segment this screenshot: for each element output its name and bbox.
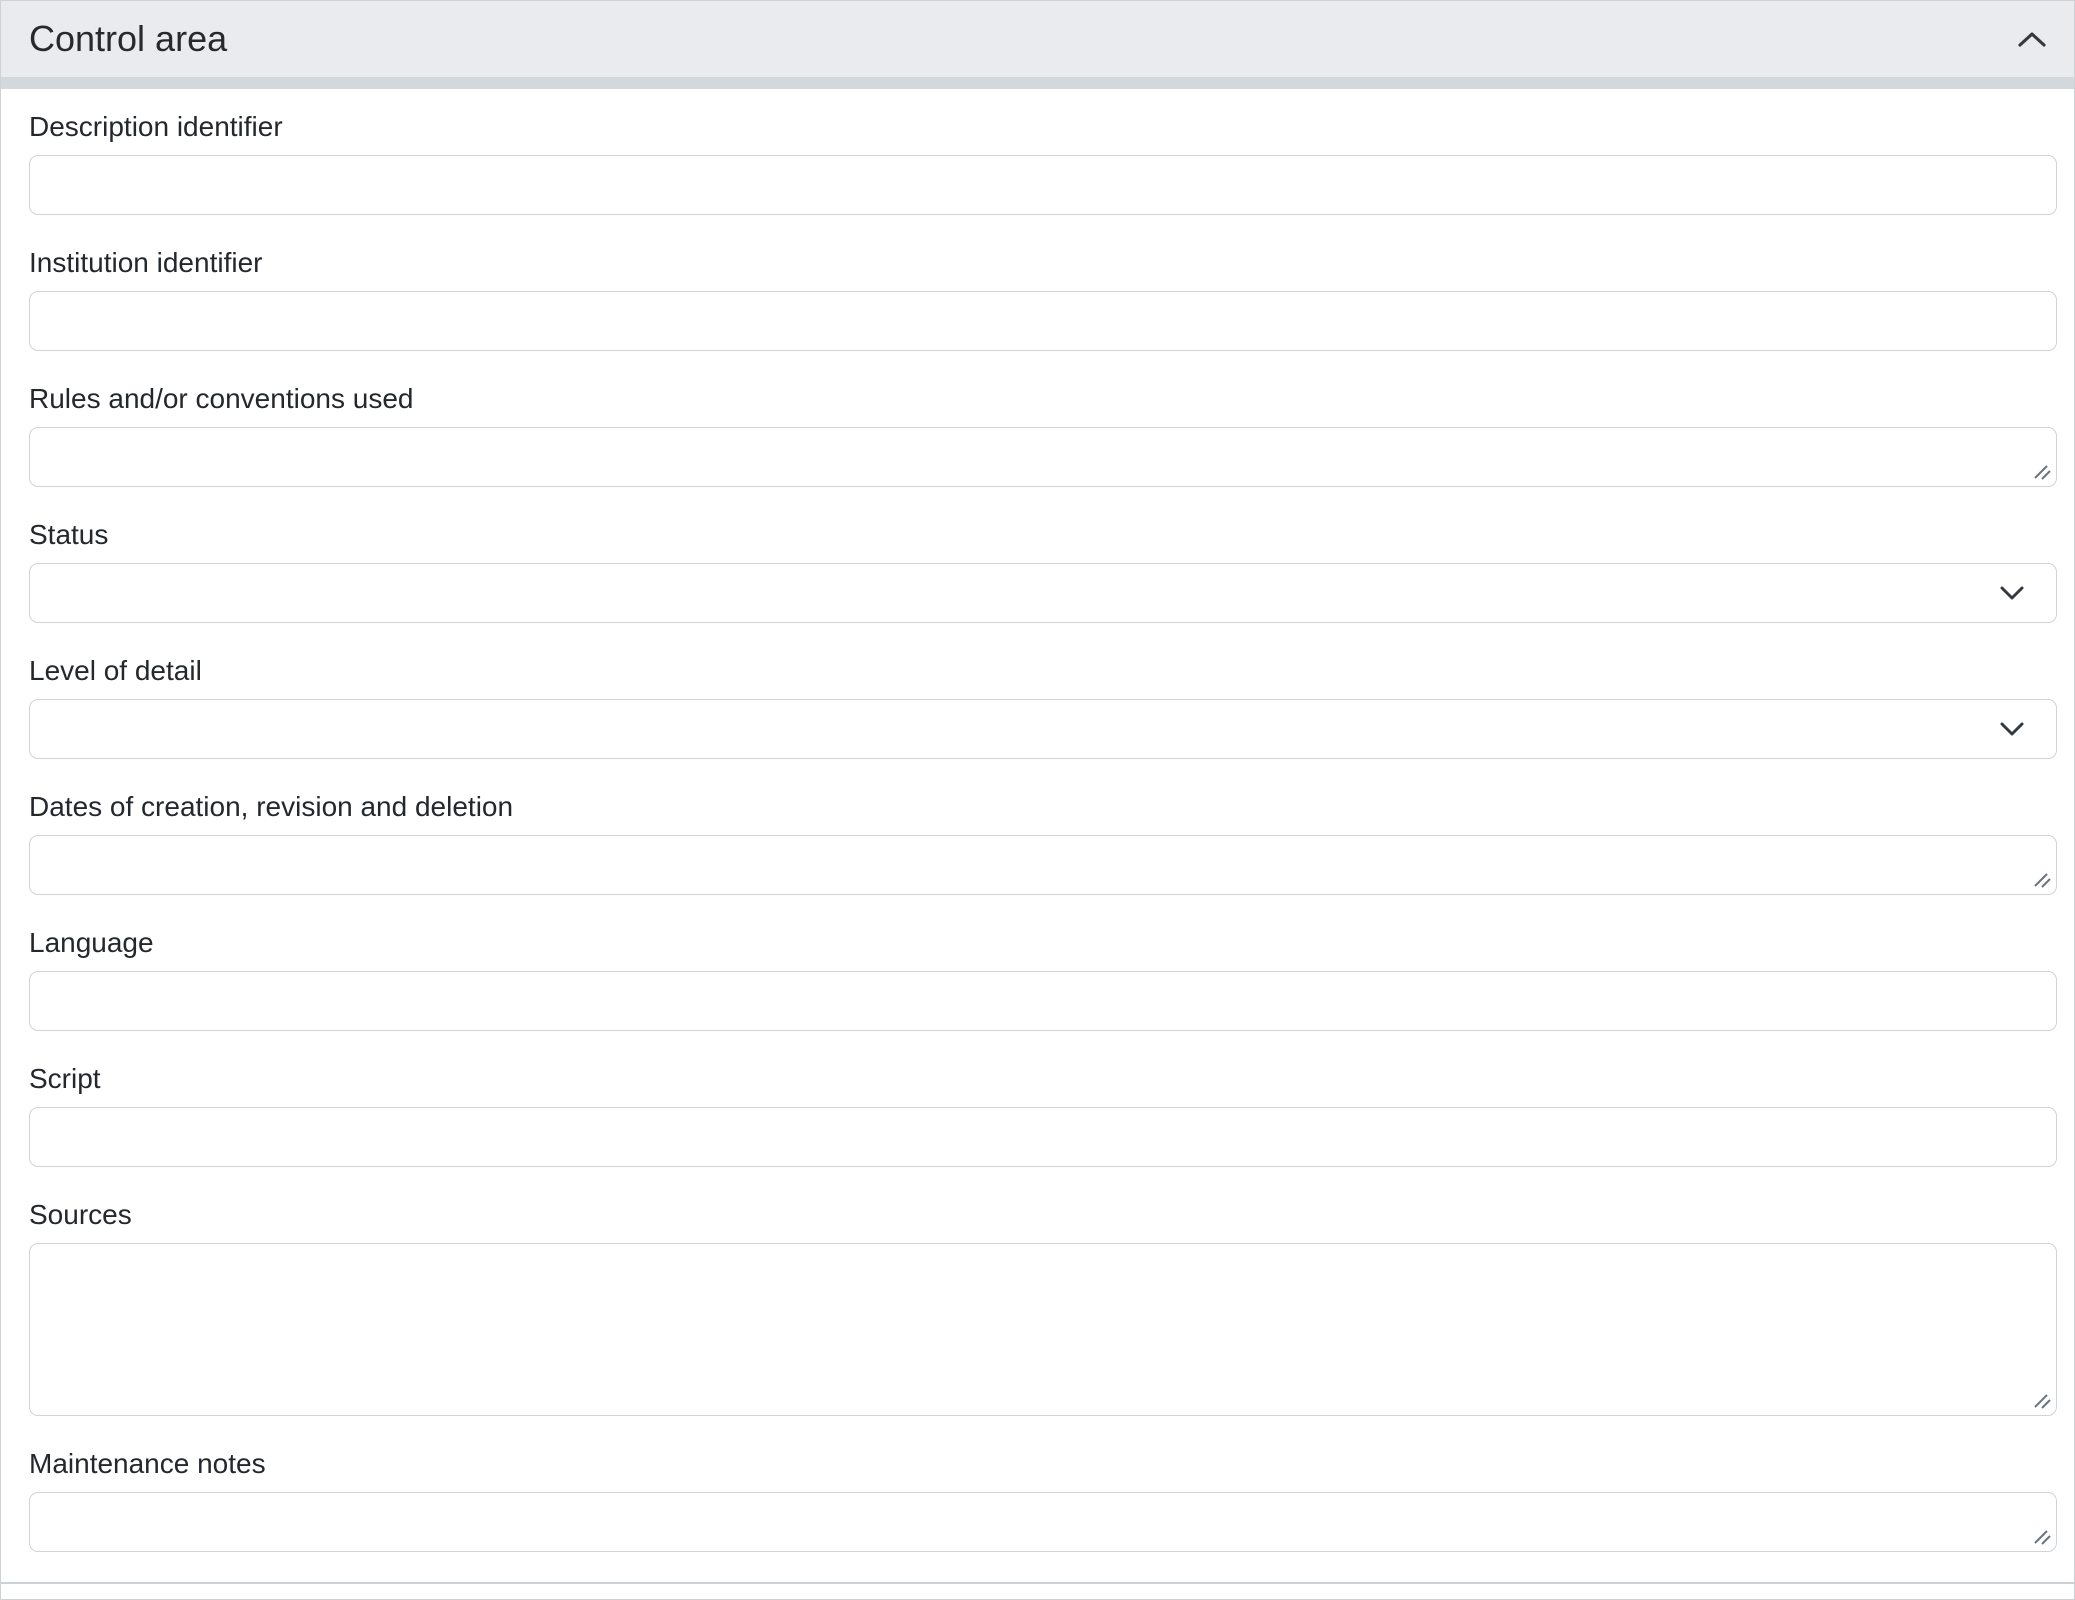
resize-grip-icon[interactable]: [2032, 869, 2052, 889]
description-identifier-input[interactable]: [29, 155, 2057, 215]
rules-conventions-label: Rules and/or conventions used: [29, 381, 2057, 417]
language-label: Language: [29, 925, 2057, 961]
resize-grip-icon[interactable]: [2032, 461, 2052, 481]
control-area-panel: Control area Description identifier Inst…: [0, 0, 2075, 1600]
field-level-of-detail: Level of detail: [29, 653, 2057, 759]
sources-label: Sources: [29, 1197, 2057, 1233]
field-description-identifier: Description identifier: [29, 109, 2057, 215]
level-of-detail-select[interactable]: [29, 699, 2057, 759]
field-institution-identifier: Institution identifier: [29, 245, 2057, 351]
institution-identifier-input[interactable]: [29, 291, 2057, 351]
maintenance-notes-label: Maintenance notes: [29, 1446, 2057, 1482]
script-label: Script: [29, 1061, 2057, 1097]
sources-textarea[interactable]: [29, 1243, 2057, 1416]
maintenance-notes-textarea[interactable]: [29, 1492, 2057, 1552]
field-script: Script: [29, 1061, 2057, 1167]
level-of-detail-label: Level of detail: [29, 653, 2057, 689]
dates-creation-revision-deletion-label: Dates of creation, revision and deletion: [29, 789, 2057, 825]
field-rules-conventions: Rules and/or conventions used: [29, 381, 2057, 487]
script-input[interactable]: [29, 1107, 2057, 1167]
language-input[interactable]: [29, 971, 2057, 1031]
resize-grip-icon[interactable]: [2032, 1390, 2052, 1410]
field-maintenance-notes: Maintenance notes: [29, 1446, 2057, 1552]
field-dates-creation-revision-deletion: Dates of creation, revision and deletion: [29, 789, 2057, 895]
institution-identifier-label: Institution identifier: [29, 245, 2057, 281]
resize-grip-icon[interactable]: [2032, 1526, 2052, 1546]
field-sources: Sources: [29, 1197, 2057, 1416]
control-area-form: Description identifier Institution ident…: [1, 89, 2074, 1584]
dates-creation-revision-deletion-textarea[interactable]: [29, 835, 2057, 895]
control-area-header[interactable]: Control area: [1, 1, 2074, 89]
status-select[interactable]: [29, 563, 2057, 623]
chevron-up-icon[interactable]: [2016, 29, 2048, 49]
panel-title: Control area: [29, 21, 227, 57]
field-status: Status: [29, 517, 2057, 623]
rules-conventions-textarea[interactable]: [29, 427, 2057, 487]
description-identifier-label: Description identifier: [29, 109, 2057, 145]
status-label: Status: [29, 517, 2057, 553]
field-language: Language: [29, 925, 2057, 1031]
